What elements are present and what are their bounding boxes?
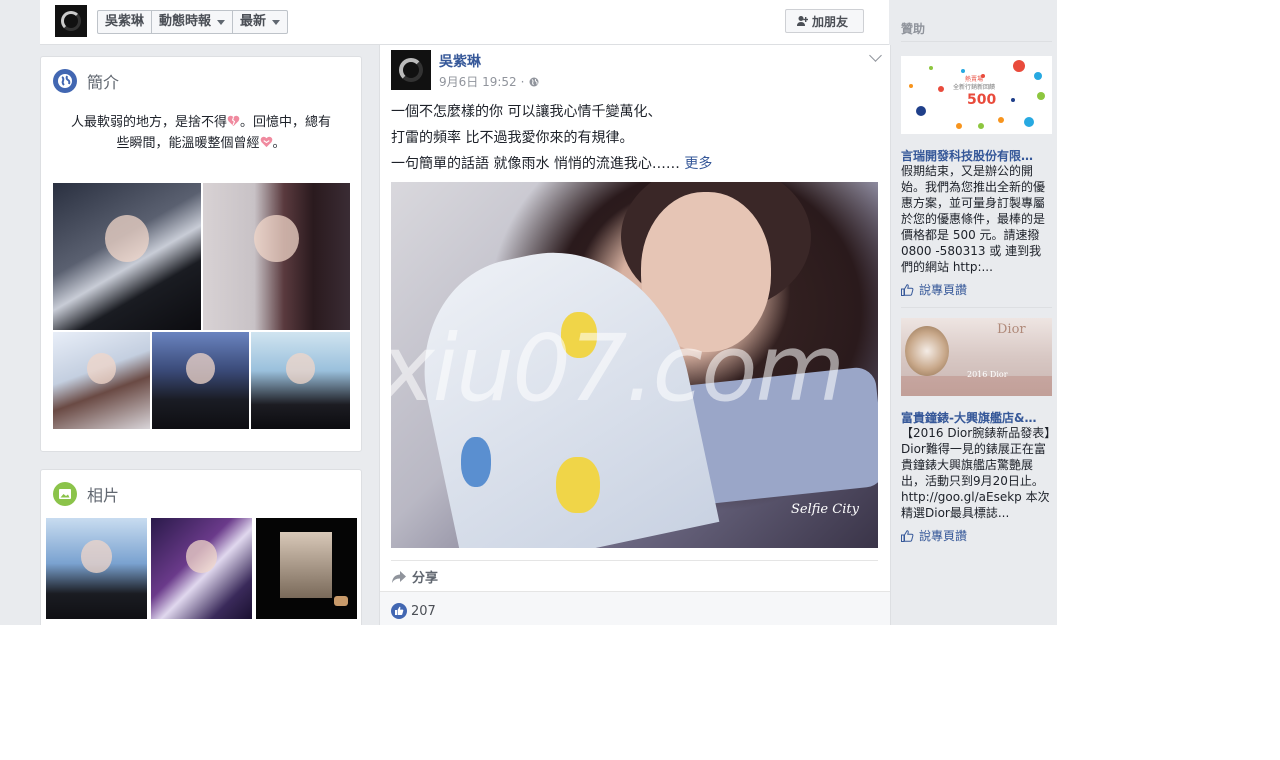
minion-print-3 [461,437,491,487]
post-text-line-3: 一句簡單的話語 就像雨水 悄悄的流進我心…… [391,156,680,172]
share-label: 分享 [412,571,439,586]
chevron-down-icon [272,19,281,25]
nav-latest-label: 最新 [240,14,267,29]
ad-2-title[interactable]: 富貴鐘錶-大興旗艦店&… [901,409,1052,426]
thumbs-up-icon [901,529,914,542]
photo-thumb-3-inner [280,532,332,598]
thumbs-up-icon [901,283,914,296]
intro-card: 簡介 人最軟弱的地方，是捨不得 。回憶中，總有 些瞬間，能溫暖整個曾經。 [40,56,362,452]
add-friend-icon [797,16,808,26]
post-options-chevron-icon[interactable] [869,49,882,62]
post-author-avatar[interactable] [391,50,431,90]
post-meta: 9月6日 19:52 · [439,73,539,90]
ad-2-body[interactable]: 【2016 Dior腕錶新品發表】Dior難得一見的錶展正在富貴鐘錶大興旗艦店驚… [901,425,1052,521]
photo-signature: Selfie City [791,502,859,517]
ad-2-like-label: 說專頁讚 [919,529,968,543]
sidebar-divider [901,41,1052,42]
post-divider [391,560,878,561]
intro-text-2: 。回憶中，總有 [240,115,332,130]
nav-profile-name[interactable]: 吳紫琳 [98,11,153,33]
ad-1-like-page-button[interactable]: 說專頁讚 [901,281,967,298]
post-timestamp[interactable]: 9月6日 19:52 [439,73,517,90]
like-count-value: 207 [411,603,436,619]
timeline-nav: 吳紫琳 動態時報 最新 [97,10,289,34]
nav-timeline-label: 動態時報 [159,14,212,29]
post-author-name[interactable]: 吳紫琳 [439,51,481,71]
timeline-top-bar: 吳紫琳 動態時報 最新 加朋友 [40,0,889,45]
heart-icon [260,136,272,148]
featured-photo-3[interactable] [53,332,150,429]
intro-text-1: 人最軟弱的地方，是捨不得 [70,115,227,130]
post-text-line-1: 一個不怎麼樣的你 可以讓我心情千變萬化、 [391,104,662,120]
photos-title: 相片 [87,486,120,505]
featured-photo-1[interactable] [53,183,201,330]
timeline-post: 吳紫琳 9月6日 19:52 · 一個不怎麼樣的你 可以讓我心情千變萬化、 打雷… [379,45,891,625]
photos-card: 相片 [40,469,362,625]
like-count[interactable]: 207 [391,603,436,619]
post-meta-separator: · [520,74,525,89]
ad-1-like-label: 說專頁讚 [919,283,968,297]
sponsored-label: 贊助 [901,22,926,36]
ad-1-image-sub: 全新行銷新回饋 [953,84,996,91]
add-friend-label: 加朋友 [812,14,849,29]
ad-1-image-price: 500 [967,92,997,108]
globe-small-icon[interactable] [529,77,539,87]
deer-icon [334,596,348,606]
sidebar-divider [901,307,1052,308]
intro-title: 簡介 [87,73,120,92]
nav-latest-dropdown[interactable]: 最新 [233,11,287,33]
post-text-line-3-row: 一句簡單的話語 就像雨水 悄悄的流進我心…… 更多 [391,151,871,177]
like-icon [391,603,407,619]
ad-2-image-band [901,376,1052,396]
photo-thumb-1[interactable] [46,518,147,619]
photo-thumb-2[interactable] [151,518,252,619]
ad-2-like-page-button[interactable]: 說專頁讚 [901,527,967,544]
post-text-line-2: 打雷的頻率 比不過我愛你來的有規律。 [391,130,634,146]
intro-bio: 人最軟弱的地方，是捨不得 。回憶中，總有 些瞬間，能溫暖整個曾經。 [65,112,337,154]
intro-text-3: 些瞬間，能溫暖整個曾經 [116,136,260,151]
featured-photo-5[interactable] [251,332,350,429]
photo-thumb-3[interactable] [256,518,357,619]
minion-print-1 [561,312,597,358]
minion-print-2 [556,457,600,513]
nav-profile-name-label: 吳紫琳 [105,14,145,29]
profile-avatar-small[interactable] [55,5,87,37]
chevron-down-icon [217,19,226,25]
ad-2-image-top: Dior [997,322,1026,337]
post-photo[interactable]: Selfie City [391,182,878,548]
facebook-timeline: 吳紫琳 動態時報 最新 加朋友 簡介 人最軟弱的地方，是捨不得 。回憶中，總有 些… [0,0,1057,625]
globe-icon [53,69,77,93]
intro-text-4: 。 [272,136,286,151]
post-text: 一個不怎麼樣的你 可以讓我心情千變萬化、 打雷的頻率 比不過我愛你來的有規律。 … [391,99,871,177]
add-friend-button[interactable]: 加朋友 [785,9,864,33]
watch-image [905,326,949,376]
share-button[interactable]: 分享 [391,567,438,586]
ad-2-image-sub: 2016 Dior [967,370,1008,379]
post-reactions-bar: 207 [380,591,890,625]
see-more-link[interactable]: 更多 [684,156,712,172]
broken-heart-icon [227,115,240,127]
ad-1-body[interactable]: 假期結束，又是辦公的開始。我們為您推出全新的優惠方案，並可量身訂製專屬於您的優惠… [901,163,1052,275]
share-icon [392,570,406,583]
photo-icon [53,482,77,506]
ad-1-image[interactable]: 熱賣場 全新行銷新回饋 500 [901,56,1052,134]
ad-1-title[interactable]: 言瑞開發科技股份有限… [901,147,1052,164]
featured-photo-4[interactable] [152,332,249,429]
nav-timeline-dropdown[interactable]: 動態時報 [152,11,234,33]
ad-2-image[interactable]: Dior 2016 Dior [901,318,1052,396]
featured-photo-2[interactable] [203,183,350,330]
